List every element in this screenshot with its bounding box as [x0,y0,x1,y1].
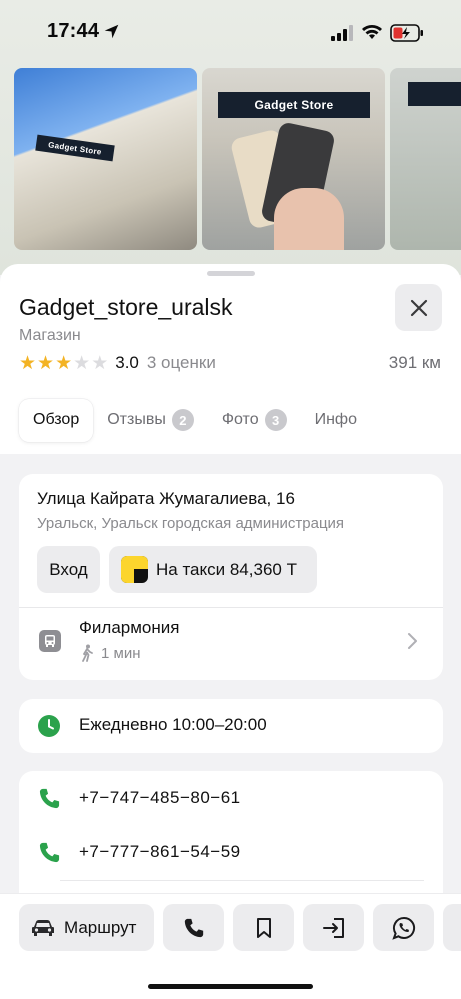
photo-gallery[interactable]: 17:44 Gadget Store Gadget Store [0,0,461,275]
taxi-button[interactable]: На такси 84,360 Т [109,546,317,593]
store-sign [408,82,461,106]
whatsapp-icon [391,916,415,940]
location-arrow-icon [104,24,119,39]
bus-stop-icon [39,630,61,652]
taxi-icon [121,556,148,583]
store-sign: Gadget Store [218,92,370,118]
enter-icon [322,917,344,938]
close-button[interactable] [395,284,442,331]
close-icon [410,299,427,316]
tab-overview[interactable]: Обзор [19,398,94,442]
entrance-label: Вход [49,559,88,579]
hours-card[interactable]: Ежедневно 10:00–20:00 [19,699,443,753]
star-icon: ★ [91,352,109,374]
call-button[interactable] [163,904,224,951]
gallery-photo-3[interactable] [390,68,461,250]
more-button[interactable] [443,904,461,951]
place-title: Gadget_store_uralsk [19,294,233,320]
tab-label: Фото [221,411,259,428]
battery-charging-icon [390,24,423,42]
taxi-label: На такси 84,360 Т [156,559,297,579]
bottom-action-bar: Маршрут [0,893,461,999]
sheet-grabber[interactable] [207,271,255,276]
bookmark-icon [256,917,271,938]
route-button[interactable]: Маршрут [19,904,154,951]
tab-label: Отзывы [107,411,166,428]
rating-value: 3.0 [115,353,139,372]
star-icon: ★ [37,352,55,374]
gallery-photo-1[interactable]: Gadget Store [14,68,197,250]
tab-photos[interactable]: Фото 3 [222,399,287,442]
cellular-signal-icon [331,25,353,41]
hours-text: Ежедневно 10:00–20:00 [79,715,267,734]
chevron-right-icon[interactable] [407,632,419,650]
phone-row[interactable]: +7−747−485−80−61 [19,771,443,825]
whatsapp-button[interactable] [373,904,434,951]
address-city: Уральск, Уральск городская администрация [37,515,345,532]
phone-row[interactable]: +7−777−861−54−59 [19,825,443,879]
tab-reviews[interactable]: Отзывы 2 [107,399,194,442]
phone-number: +7−747−485−80−61 [79,788,241,807]
status-bar: 17:44 [0,0,461,62]
status-time: 17:44 [47,20,100,42]
star-icon: ★ [73,352,91,374]
tab-info[interactable]: Инфо [315,399,357,442]
tab-label: Инфо [314,411,357,428]
phone-icon [39,788,60,809]
wifi-icon [362,25,382,39]
address-card: Улица Кайрата Жумагалиева, 16 Уральск, У… [19,474,443,680]
place-card-sheet: Gadget_store_uralsk Магазин ★ ★ ★ ★ ★ 3.… [0,264,461,999]
home-indicator [148,984,313,989]
rating-count: 3 оценки [146,353,216,372]
clock-icon [38,715,60,737]
tabs: Обзор Отзывы 2 Фото 3 Инфо [19,398,385,442]
walk-time: 1 мин [79,644,141,662]
route-label: Маршрут [64,917,137,937]
tab-label: Обзор [33,411,80,428]
gallery-photo-2[interactable]: Gadget Store [202,68,385,250]
transit-stop-name[interactable]: Филармония [79,618,179,638]
star-icon: ★ [55,352,73,374]
walk-icon [82,644,93,662]
car-icon [32,919,54,936]
tab-count-badge: 2 [171,409,194,431]
store-sign: Gadget Store [35,134,115,162]
bookmark-button[interactable] [233,904,294,951]
tab-count-badge: 3 [264,409,287,431]
divider [60,880,424,881]
walk-time-text: 1 мин [101,644,141,662]
phone-icon [184,918,203,937]
rating[interactable]: ★ ★ ★ ★ ★ 3.0 3 оценки [19,352,216,374]
entrance-button[interactable]: Вход [37,546,100,593]
phone-number: +7−777−861−54−59 [79,842,241,861]
phone-icon [39,842,60,863]
star-icon: ★ [19,352,37,374]
divider [19,607,443,608]
entrance-nav-button[interactable] [303,904,364,951]
place-category: Магазин [19,327,81,344]
address-street[interactable]: Улица Кайрата Жумагалиева, 16 [37,489,295,509]
distance: 391 км [388,353,441,372]
hand-image [274,188,344,250]
